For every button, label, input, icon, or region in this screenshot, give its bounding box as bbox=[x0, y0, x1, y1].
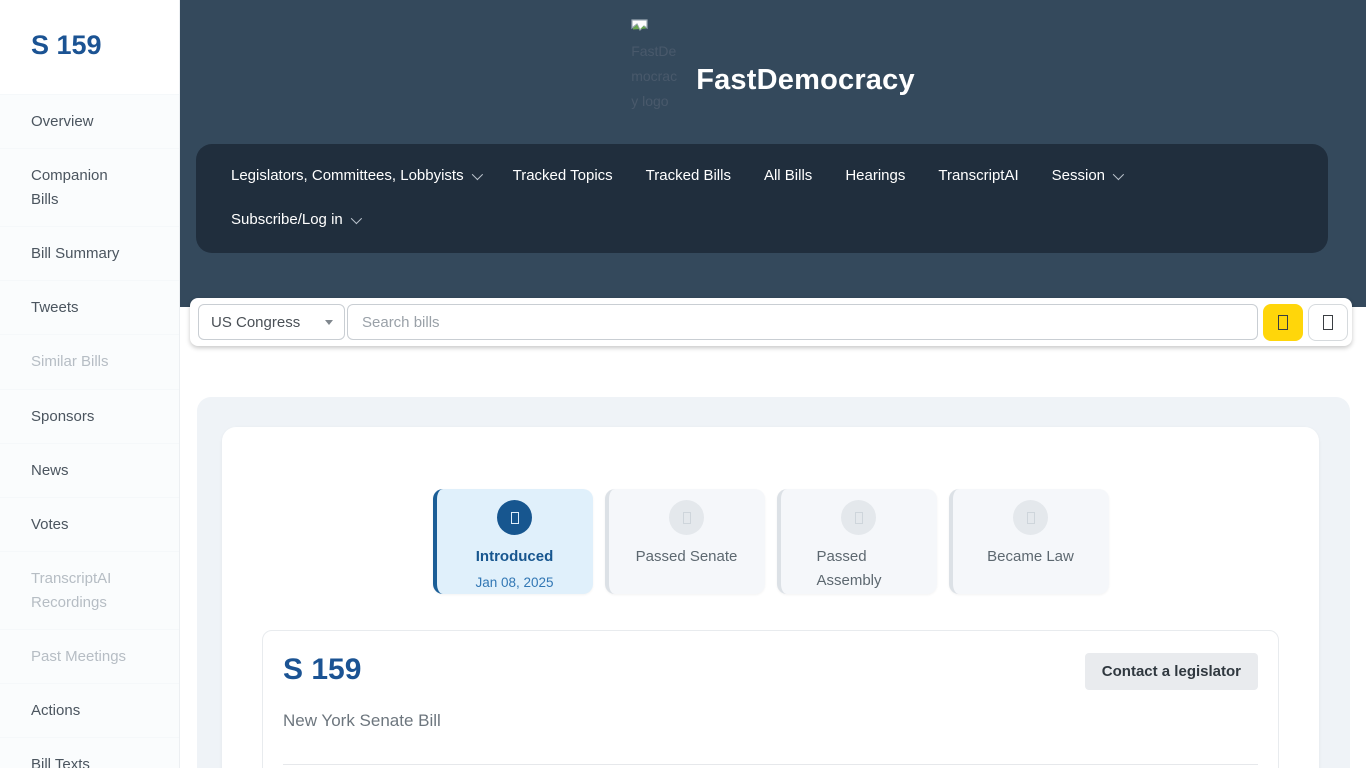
jurisdiction-selected-value: US Congress bbox=[211, 314, 300, 331]
sidebar-item-votes[interactable]: Votes bbox=[0, 497, 179, 551]
sidebar-item-past-meetings: Past Meetings bbox=[0, 629, 179, 683]
sidebar-item-news[interactable]: News bbox=[0, 443, 179, 497]
step-label: Introduced bbox=[437, 545, 593, 569]
chevron-down-icon bbox=[351, 212, 362, 223]
nav-item-legislators-committees-lobbyists[interactable]: Legislators, Committees, Lobbyists bbox=[231, 167, 480, 184]
sidebar-item-bill-summary[interactable]: Bill Summary bbox=[0, 226, 179, 280]
nav-item-hearings[interactable]: Hearings bbox=[845, 167, 905, 184]
bill-number-title: S 159 bbox=[283, 653, 361, 687]
step-passed-assembly[interactable]: Passed Assembly bbox=[777, 489, 937, 594]
content-wrapper: Introduced Jan 08, 2025 Passed Senate Pa… bbox=[197, 397, 1350, 768]
main-column: FastDemocracy logo FastDemocracy Legisla… bbox=[180, 0, 1366, 768]
logo-row: FastDemocracy logo FastDemocracy bbox=[180, 0, 1366, 144]
nav-item-all-bills[interactable]: All Bills bbox=[764, 167, 812, 184]
sidebar-bill-number: S 159 bbox=[0, 0, 179, 61]
nav-item-label: Legislators, Committees, Lobbyists bbox=[231, 167, 464, 184]
bill-info-section: S 159 Contact a legislator New York Sena… bbox=[262, 630, 1279, 768]
sidebar-item-overview[interactable]: Overview bbox=[0, 94, 179, 148]
jurisdiction-select[interactable]: US Congress bbox=[198, 304, 345, 340]
step-status-icon bbox=[511, 512, 519, 524]
nav-item-tracked-topics[interactable]: Tracked Topics bbox=[513, 167, 613, 184]
nav-item-tracked-bills[interactable]: Tracked Bills bbox=[646, 167, 731, 184]
nav-item-label: Hearings bbox=[845, 167, 905, 184]
advanced-search-button[interactable] bbox=[1308, 304, 1348, 341]
search-icon bbox=[1278, 315, 1288, 330]
chevron-down-icon bbox=[1113, 168, 1124, 179]
search-button[interactable] bbox=[1263, 304, 1303, 341]
step-circle bbox=[841, 500, 876, 535]
step-circle bbox=[669, 500, 704, 535]
step-label: Became Law bbox=[953, 545, 1109, 569]
nav-row-2: Subscribe/Log in bbox=[231, 211, 1293, 228]
nav-item-session[interactable]: Session bbox=[1052, 167, 1121, 184]
site-header: FastDemocracy logo FastDemocracy Legisla… bbox=[180, 0, 1366, 307]
brand-logo-broken-image[interactable]: FastDemocracy logo bbox=[631, 14, 678, 114]
search-input[interactable] bbox=[347, 304, 1258, 340]
step-status-icon bbox=[683, 512, 691, 524]
filter-icon bbox=[1323, 315, 1333, 330]
step-date: Jan 08, 2025 bbox=[437, 575, 593, 590]
step-introduced[interactable]: Introduced Jan 08, 2025 bbox=[433, 489, 593, 594]
bill-progress-steps: Introduced Jan 08, 2025 Passed Senate Pa… bbox=[262, 489, 1279, 594]
sidebar-item-similar-bills: Similar Bills bbox=[0, 334, 179, 388]
bill-card: Introduced Jan 08, 2025 Passed Senate Pa… bbox=[222, 427, 1319, 768]
search-bar: US Congress bbox=[190, 298, 1352, 346]
nav-item-transcriptai[interactable]: TranscriptAI bbox=[938, 167, 1018, 184]
select-caret-icon bbox=[325, 320, 333, 325]
step-passed-senate[interactable]: Passed Senate bbox=[605, 489, 765, 594]
step-label: Passed Assembly bbox=[817, 545, 901, 593]
nav-item-label: Session bbox=[1052, 167, 1105, 184]
section-divider bbox=[283, 764, 1258, 765]
nav-row-1: Legislators, Committees, Lobbyists Track… bbox=[231, 167, 1293, 184]
contact-legislator-button[interactable]: Contact a legislator bbox=[1085, 653, 1258, 690]
bill-header-row: S 159 Contact a legislator bbox=[283, 653, 1258, 690]
step-status-icon bbox=[1027, 512, 1035, 524]
sidebar-item-sponsors[interactable]: Sponsors bbox=[0, 389, 179, 443]
sidebar-item-companion-bills[interactable]: Companion Bills bbox=[0, 148, 179, 226]
broken-image-icon bbox=[631, 19, 648, 33]
nav-item-label: All Bills bbox=[764, 167, 812, 184]
step-circle bbox=[497, 500, 532, 535]
step-circle bbox=[1013, 500, 1048, 535]
nav-item-label: Subscribe/Log in bbox=[231, 211, 343, 228]
nav-item-label: Tracked Topics bbox=[513, 167, 613, 184]
bill-subtitle: New York Senate Bill bbox=[283, 711, 1258, 731]
logo-alt-text: FastDemocracy logo bbox=[631, 43, 677, 109]
step-became-law[interactable]: Became Law bbox=[949, 489, 1109, 594]
main-nav: Legislators, Committees, Lobbyists Track… bbox=[196, 144, 1328, 253]
step-status-icon bbox=[855, 512, 863, 524]
step-label: Passed Senate bbox=[609, 545, 765, 569]
nav-item-label: Tracked Bills bbox=[646, 167, 731, 184]
chevron-down-icon bbox=[471, 168, 482, 179]
brand-title[interactable]: FastDemocracy bbox=[696, 64, 915, 97]
sidebar-item-transcriptai-recordings: TranscriptAI Recordings bbox=[0, 551, 179, 629]
sidebar: S 159 Overview Companion Bills Bill Summ… bbox=[0, 0, 180, 768]
nav-item-subscribe-login[interactable]: Subscribe/Log in bbox=[231, 211, 359, 228]
sidebar-item-tweets[interactable]: Tweets bbox=[0, 280, 179, 334]
sidebar-item-actions[interactable]: Actions bbox=[0, 683, 179, 737]
sidebar-nav: Overview Companion Bills Bill Summary Tw… bbox=[0, 94, 179, 768]
sidebar-item-bill-texts[interactable]: Bill Texts bbox=[0, 737, 179, 768]
nav-item-label: TranscriptAI bbox=[938, 167, 1018, 184]
